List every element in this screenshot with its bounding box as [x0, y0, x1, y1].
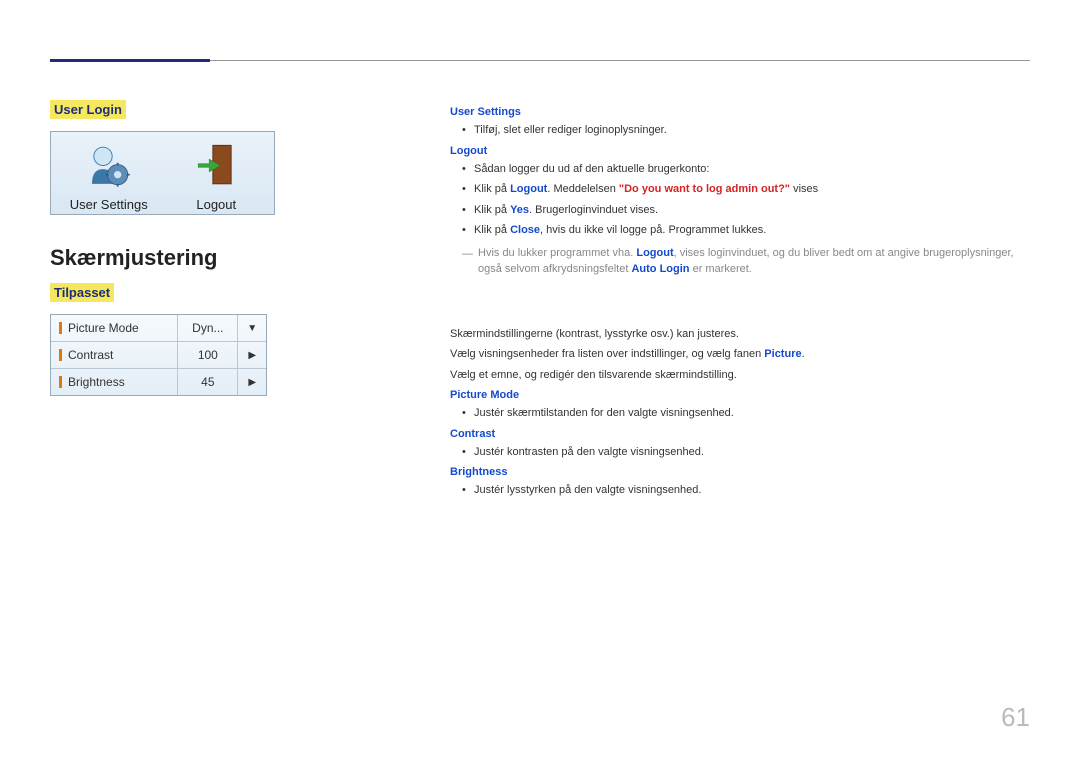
arrow-right-icon[interactable]: ▶ [238, 350, 266, 361]
user-settings-icon [81, 138, 136, 193]
row-label: Picture Mode [68, 321, 139, 335]
bullet-text: Justér lysstyrken på den valgte visnings… [450, 482, 1030, 499]
user-settings-heading: User Settings [450, 106, 1030, 118]
bullet-text: Klik på Logout. Meddelelsen "Do you want… [450, 181, 1030, 198]
row-value: 100 [177, 342, 238, 368]
page-number: 61 [1001, 702, 1030, 733]
bullet-text: Tilføj, slet eller rediger loginoplysnin… [450, 122, 1030, 139]
para-text: Skærmindstillingerne (kontrast, lysstyrk… [450, 326, 1030, 343]
row-value: Dyn... [177, 315, 238, 341]
screen-adjust-heading: Skærmjustering [50, 245, 440, 271]
logout-heading: Logout [450, 145, 1030, 157]
left-column: User Login [50, 100, 440, 505]
right-column: User Settings Tilføj, slet eller rediger… [440, 100, 1030, 505]
picture-mode-heading: Picture Mode [450, 389, 1030, 401]
marker-icon [59, 349, 62, 361]
brightness-row[interactable]: Brightness 45 ▶ [51, 369, 266, 395]
logout-button[interactable]: Logout [163, 138, 271, 212]
arrow-right-icon[interactable]: ▶ [238, 377, 266, 388]
bullet-text: Sådan logger du ud af den aktuelle bruge… [450, 161, 1030, 178]
brightness-heading: Brightness [450, 466, 1030, 478]
row-label: Brightness [68, 375, 125, 389]
settings-table: Picture Mode Dyn... ▼ Contrast 100 ▶ Bri… [50, 314, 267, 396]
bullet-text: Klik på Yes. Brugerloginvinduet vises. [450, 202, 1030, 219]
page-content: User Login [0, 0, 1080, 545]
login-panel: User Settings Logout [50, 131, 275, 215]
contrast-row[interactable]: Contrast 100 ▶ [51, 342, 266, 369]
row-value: 45 [177, 369, 238, 395]
dropdown-icon[interactable]: ▼ [238, 323, 266, 334]
dash-icon: ― [462, 246, 473, 263]
para-text: Vælg visningsenheder fra listen over ind… [450, 346, 1030, 363]
bullet-text: Justér kontrasten på den valgte visnings… [450, 444, 1030, 461]
logout-icon [189, 138, 244, 193]
user-settings-label: User Settings [55, 197, 163, 212]
marker-icon [59, 322, 62, 334]
logout-label: Logout [163, 197, 271, 212]
tilpasset-title: Tilpasset [50, 283, 114, 302]
para-text: Vælg et emne, og redigér den tilsvarende… [450, 367, 1030, 384]
marker-icon [59, 376, 62, 388]
user-login-title: User Login [50, 100, 126, 119]
note-text: ― Hvis du lukker programmet vha. Logout,… [450, 245, 1030, 278]
bullet-text: Justér skærmtilstanden for den valgte vi… [450, 405, 1030, 422]
row-label: Contrast [68, 348, 113, 362]
user-settings-button[interactable]: User Settings [55, 138, 163, 212]
bullet-text: Klik på Close, hvis du ikke vil logge på… [450, 222, 1030, 239]
picture-mode-row[interactable]: Picture Mode Dyn... ▼ [51, 315, 266, 342]
contrast-heading: Contrast [450, 428, 1030, 440]
accent-bar [50, 59, 210, 62]
